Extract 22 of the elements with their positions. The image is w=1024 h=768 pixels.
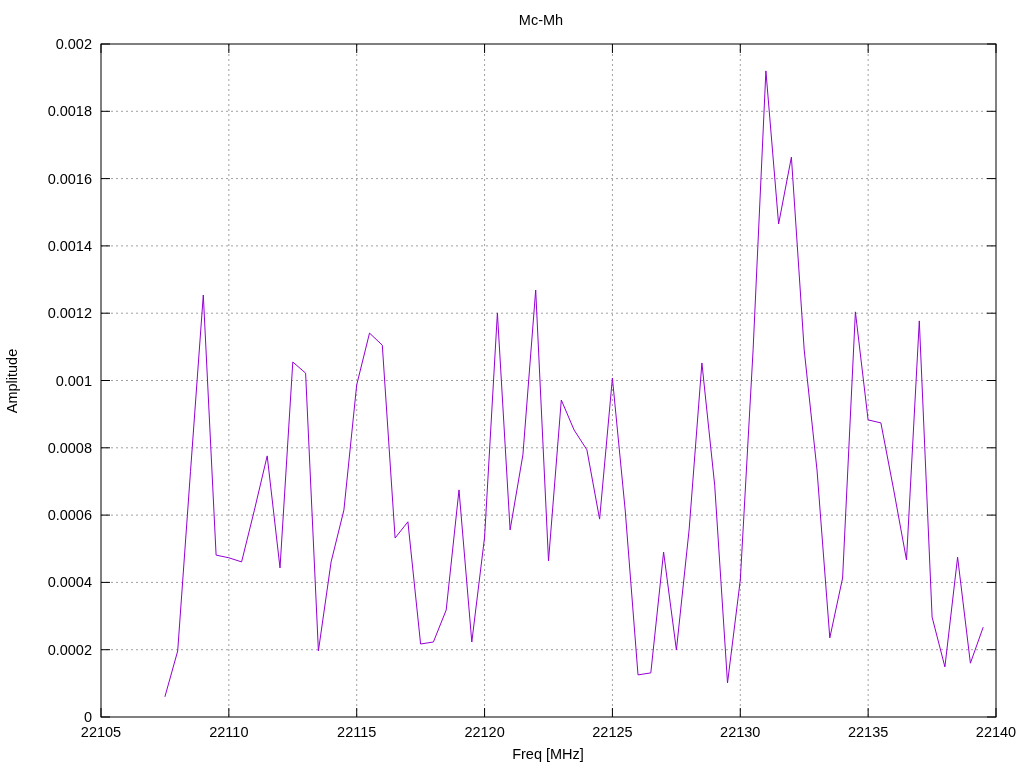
y-tick-label: 0.0016 <box>47 170 92 187</box>
y-tick-label: 0.0004 <box>47 574 92 591</box>
y-tick-label: 0.0018 <box>47 103 92 120</box>
x-tick-label: 22125 <box>592 724 633 740</box>
y-tick-label: 0.0006 <box>47 507 92 524</box>
x-axis-label: Freq [MHz] <box>512 746 584 762</box>
x-tick-label: 22115 <box>337 724 377 740</box>
y-tick-label: 0.0012 <box>47 305 92 322</box>
y-tick-label: 0.0008 <box>47 439 92 456</box>
y-tick-label: 0.0002 <box>47 641 92 658</box>
x-tick-label: 22140 <box>975 724 1017 740</box>
y-tick-label: 0.0014 <box>47 237 92 254</box>
x-tick-label: 22135 <box>848 724 889 740</box>
y-tick-label: 0.001 <box>55 372 92 389</box>
y-axis-label: Amplitude <box>4 348 20 414</box>
y-tick-label: 0 <box>83 709 92 725</box>
chart-title: Mc-Mh <box>518 12 564 28</box>
x-tick-label: 22105 <box>80 724 122 740</box>
x-tick-label: 22120 <box>464 724 505 740</box>
x-tick-label: 22130 <box>720 724 761 740</box>
x-tick-label: 22110 <box>209 724 249 740</box>
y-tick-label: 0.002 <box>55 36 92 52</box>
